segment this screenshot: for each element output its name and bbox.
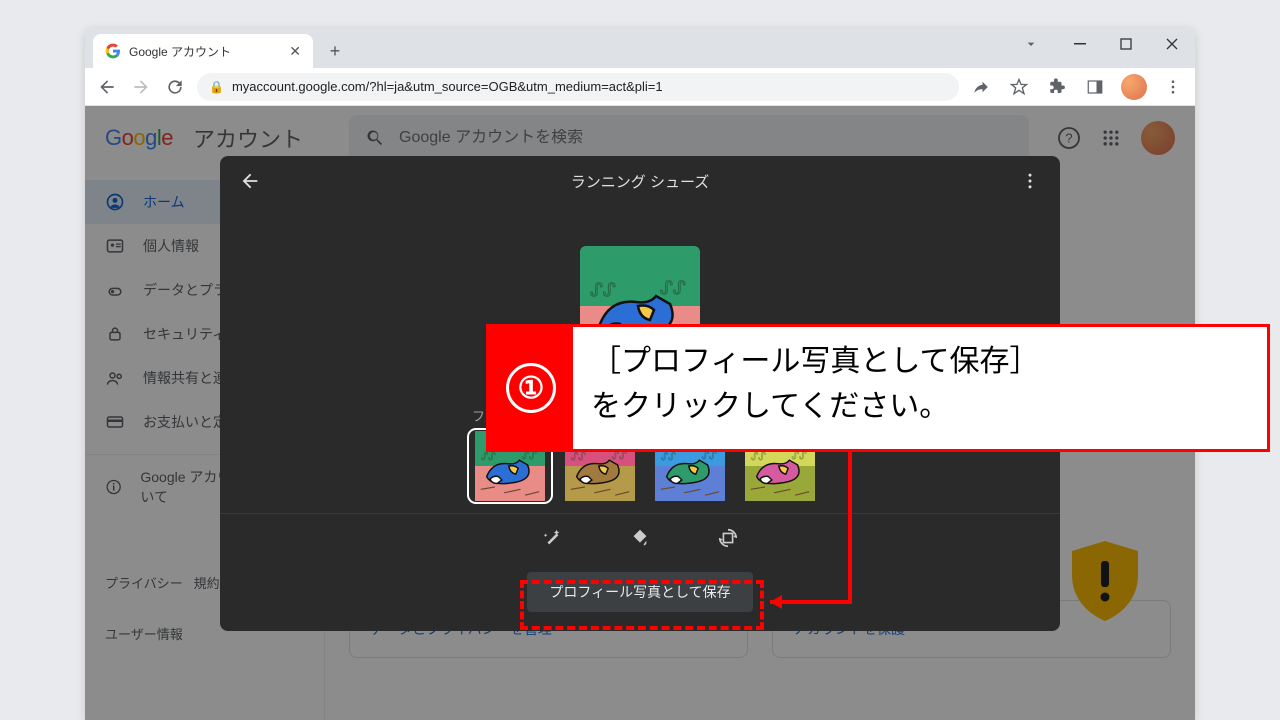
svg-text:ᔑᔑ: ᔑᔑ: [590, 280, 616, 300]
svg-text:ᔑᔑ: ᔑᔑ: [660, 278, 686, 298]
window-maximize-icon[interactable]: [1103, 28, 1149, 60]
kebab-menu-icon[interactable]: [1161, 75, 1185, 99]
modal-more-icon[interactable]: [1018, 169, 1042, 193]
annotation-callout: ① ［プロフィール写真として保存］ をクリックしてください。: [486, 324, 1270, 452]
nav-reload-icon[interactable]: [163, 75, 187, 99]
sidepanel-icon[interactable]: [1083, 75, 1107, 99]
svg-text:ᔑᔑ: ᔑᔑ: [481, 451, 496, 463]
window-minimize-icon[interactable]: [1057, 28, 1103, 60]
extensions-icon[interactable]: [1045, 75, 1069, 99]
paint-bucket-icon[interactable]: [626, 524, 654, 552]
svg-text:ᔑᔑ: ᔑᔑ: [751, 451, 766, 463]
magic-wand-icon[interactable]: [538, 524, 566, 552]
bookmark-star-icon[interactable]: [1007, 75, 1031, 99]
tab-dropdown-icon[interactable]: [1015, 28, 1047, 60]
svg-text:ᔑᔑ: ᔑᔑ: [661, 451, 676, 463]
rotate-crop-icon[interactable]: [714, 524, 742, 552]
tab-strip: Google アカウント ✕ +: [85, 28, 1195, 68]
new-tab-button[interactable]: +: [321, 37, 349, 65]
tool-row: [220, 513, 1060, 560]
nav-back-icon[interactable]: [95, 75, 119, 99]
annotation-number-badge: ①: [489, 327, 573, 449]
lock-icon: 🔒: [209, 80, 224, 94]
tab-close-icon[interactable]: ✕: [289, 43, 301, 60]
window-controls: [1015, 28, 1195, 60]
modal-title: ランニング シューズ: [262, 171, 1018, 192]
profile-avatar-sm[interactable]: [1121, 74, 1147, 100]
browser-tab[interactable]: Google アカウント ✕: [93, 34, 313, 68]
url-text: myaccount.google.com/?hl=ja&utm_source=O…: [232, 79, 947, 94]
window-close-icon[interactable]: [1149, 28, 1195, 60]
tab-title: Google アカウント: [129, 43, 281, 60]
url-field[interactable]: 🔒 myaccount.google.com/?hl=ja&utm_source…: [197, 73, 959, 101]
google-favicon: [105, 43, 121, 59]
annotation-text: ［プロフィール写真として保存］ をクリックしてください。: [573, 327, 1267, 449]
address-bar: 🔒 myaccount.google.com/?hl=ja&utm_source…: [85, 68, 1195, 106]
svg-text:ᔑᔑ: ᔑᔑ: [571, 451, 586, 463]
share-icon[interactable]: [969, 75, 993, 99]
modal-back-icon[interactable]: [238, 169, 262, 193]
nav-forward-icon[interactable]: [129, 75, 153, 99]
save-profile-button[interactable]: プロフィール写真として保存: [527, 572, 752, 612]
